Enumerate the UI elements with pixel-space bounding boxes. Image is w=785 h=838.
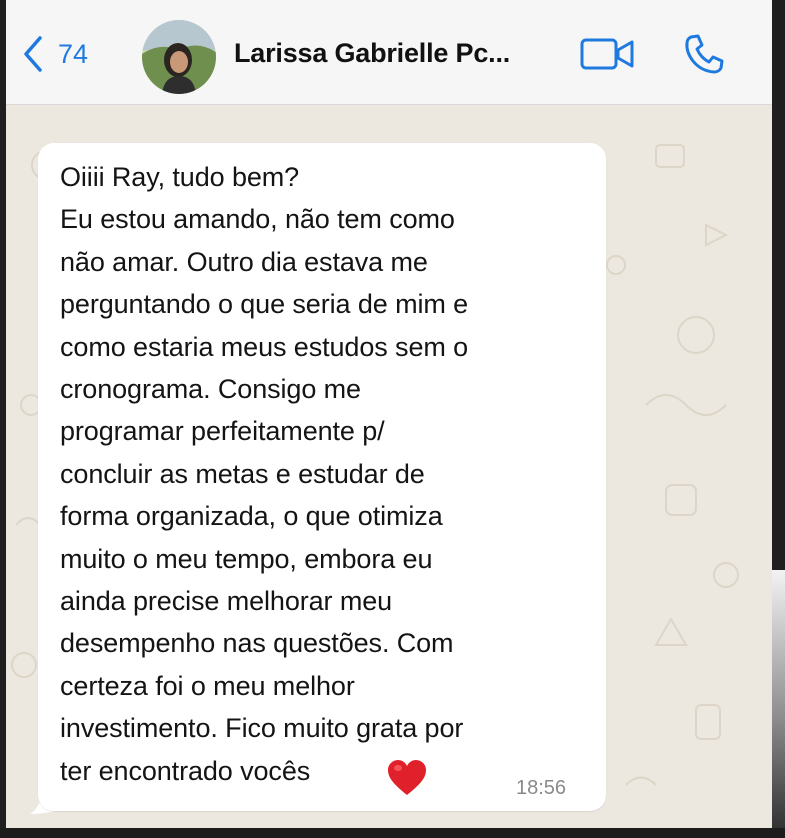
chat-header: 74 Larissa Gabrielle Pc... (6, 0, 772, 105)
video-camera-icon (580, 38, 634, 70)
background-edge (772, 570, 785, 838)
phone-icon (685, 34, 724, 74)
video-call-button[interactable] (580, 36, 636, 77)
back-button[interactable]: 74 (22, 34, 88, 74)
message-text: Oiiii Ray, tudo bem? Eu estou amando, nã… (60, 162, 469, 786)
avatar[interactable] (142, 20, 216, 94)
avatar-photo (142, 20, 216, 94)
heart-icon (388, 760, 426, 795)
unread-count: 74 (58, 38, 89, 69)
voice-call-button[interactable] (682, 32, 726, 81)
contact-name[interactable]: Larissa Gabrielle Pc... (234, 38, 510, 69)
bottom-edge (0, 828, 785, 838)
message-time: 18:56 (516, 777, 567, 799)
chevron-left-icon (24, 36, 42, 72)
